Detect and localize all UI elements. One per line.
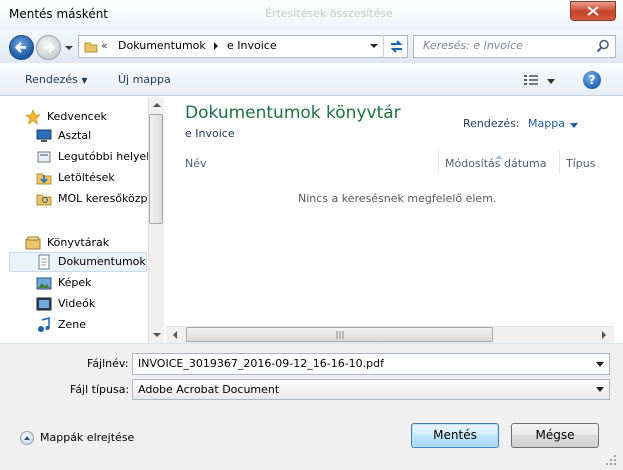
documents-icon (36, 254, 52, 270)
empty-results-message: Nincs a keresésnek megfelelő elem. (298, 192, 497, 205)
downloads-icon (36, 170, 52, 186)
scrollbar-thumb[interactable] (186, 327, 493, 342)
music-icon (36, 317, 52, 333)
folder-icon (84, 40, 98, 57)
filename-value[interactable]: INVOICE_3019367_2016-09-12_16-16-10.pdf (138, 357, 384, 370)
breadcrumb-overflow[interactable]: « (101, 39, 108, 52)
address-dropdown[interactable] (368, 39, 380, 53)
forward-button[interactable] (36, 35, 61, 60)
sidebar-item-recent-places[interactable]: Legutóbbi helyek (19, 147, 153, 167)
window-title: Mentés másként (9, 7, 109, 21)
chevron-down-icon (370, 44, 378, 48)
videos-icon (36, 296, 52, 312)
scroll-right-icon[interactable] (599, 328, 609, 342)
library-title: Dokumentumok könyvtár (185, 103, 401, 123)
save-button[interactable]: Mentés (411, 423, 499, 448)
chevron-down-icon (547, 79, 555, 84)
hide-folders-icon[interactable] (20, 431, 34, 445)
chevron-down-icon[interactable] (569, 120, 579, 133)
organize-menu[interactable]: Rendezés ▼ (25, 73, 88, 86)
library-subtitle: e Invoice (185, 127, 235, 140)
breadcrumb-e-invoice[interactable]: e Invoice (227, 39, 277, 52)
sidebar-item-search-folder[interactable]: MOL keresőközp (19, 189, 149, 209)
background-window-title: Értesítések összesítése (265, 7, 393, 20)
search-placeholder: Keresés: e Invoice (423, 39, 523, 52)
chevron-down-icon (65, 46, 73, 50)
sidebar-item-label: Letöltések (58, 171, 115, 184)
sidebar-item-label: Dokumentumok (58, 255, 146, 268)
column-header-name[interactable]: Név (185, 157, 207, 170)
sidebar-group-star[interactable]: Kedvencek (8, 107, 138, 127)
breadcrumb-documents[interactable]: Dokumentumok (118, 39, 206, 52)
refresh-icon (390, 40, 403, 53)
sidebar-item-label: Képek (58, 276, 92, 289)
scroll-down-icon[interactable] (150, 330, 164, 340)
sidebar-item-documents[interactable]: Dokumentumok (19, 252, 149, 272)
column-divider[interactable] (559, 150, 560, 174)
desktop-icon (36, 128, 52, 144)
close-icon (587, 6, 599, 16)
hide-folders-toggle[interactable]: Mappák elrejtése (40, 431, 134, 444)
cancel-button[interactable]: Mégse (511, 423, 599, 448)
view-options-icon[interactable] (523, 73, 539, 90)
sidebar-item-label: Zene (58, 318, 87, 331)
recent-places-icon (36, 149, 52, 165)
search-icon[interactable] (596, 39, 610, 56)
sidebar-item-label: MOL keresőközp (58, 192, 148, 205)
resize-grip-icon[interactable] (604, 453, 618, 467)
column-header-date-modified[interactable]: Módosítás dátuma (445, 157, 546, 170)
chevron-down-icon[interactable] (596, 387, 604, 392)
organize-label: Rendezés (25, 73, 78, 86)
sidebar-item-videos[interactable]: Videók (19, 294, 149, 314)
sidebar-item-desktop[interactable]: Asztal (19, 126, 149, 146)
close-button[interactable] (570, 1, 616, 21)
scroll-up-icon[interactable] (150, 100, 164, 110)
scroll-left-icon[interactable] (170, 328, 180, 342)
help-button[interactable]: ? (583, 71, 601, 89)
filetype-label: Fájl típusa: (70, 383, 130, 396)
sidebar-item-label: Kedvencek (47, 110, 107, 123)
filename-label: Fájlnév: (87, 357, 129, 370)
sidebar-item-downloads[interactable]: Letöltések (19, 168, 149, 188)
chevron-down-icon: ▼ (81, 76, 88, 85)
back-arrow-icon (14, 42, 26, 53)
star-icon (25, 109, 41, 125)
scrollbar-thumb[interactable] (149, 114, 163, 224)
search-folder-icon (36, 191, 52, 207)
filetype-value[interactable]: Adobe Acrobat Document (138, 383, 279, 396)
libraries-icon (25, 235, 41, 251)
arrange-by-dropdown[interactable]: Mappa (528, 117, 565, 130)
grip-icon (336, 331, 344, 339)
recent-pages-dropdown[interactable] (64, 43, 74, 53)
sidebar-item-music[interactable]: Zene (19, 315, 149, 335)
refresh-button[interactable] (383, 35, 408, 58)
sidebar-item-pictures[interactable]: Képek (19, 273, 149, 293)
back-button[interactable] (9, 35, 34, 60)
pictures-icon (36, 275, 52, 291)
arrange-by-label: Rendezés: (463, 117, 520, 130)
forward-arrow-icon (44, 42, 56, 53)
new-folder-button[interactable]: Új mappa (118, 73, 171, 86)
sidebar-item-label: Videók (58, 297, 96, 310)
column-divider[interactable] (438, 150, 439, 174)
sidebar-group-libraries[interactable]: Könyvtárak (8, 233, 138, 253)
sidebar-item-label: Asztal (58, 129, 92, 142)
column-header-type[interactable]: Típus (566, 157, 595, 170)
sidebar-item-label: Legutóbbi helyek (58, 150, 153, 163)
view-dropdown[interactable] (547, 76, 555, 89)
sidebar-item-label: Könyvtárak (47, 236, 110, 249)
chevron-down-icon[interactable] (596, 362, 604, 367)
breadcrumb-separator-icon[interactable] (212, 41, 220, 54)
